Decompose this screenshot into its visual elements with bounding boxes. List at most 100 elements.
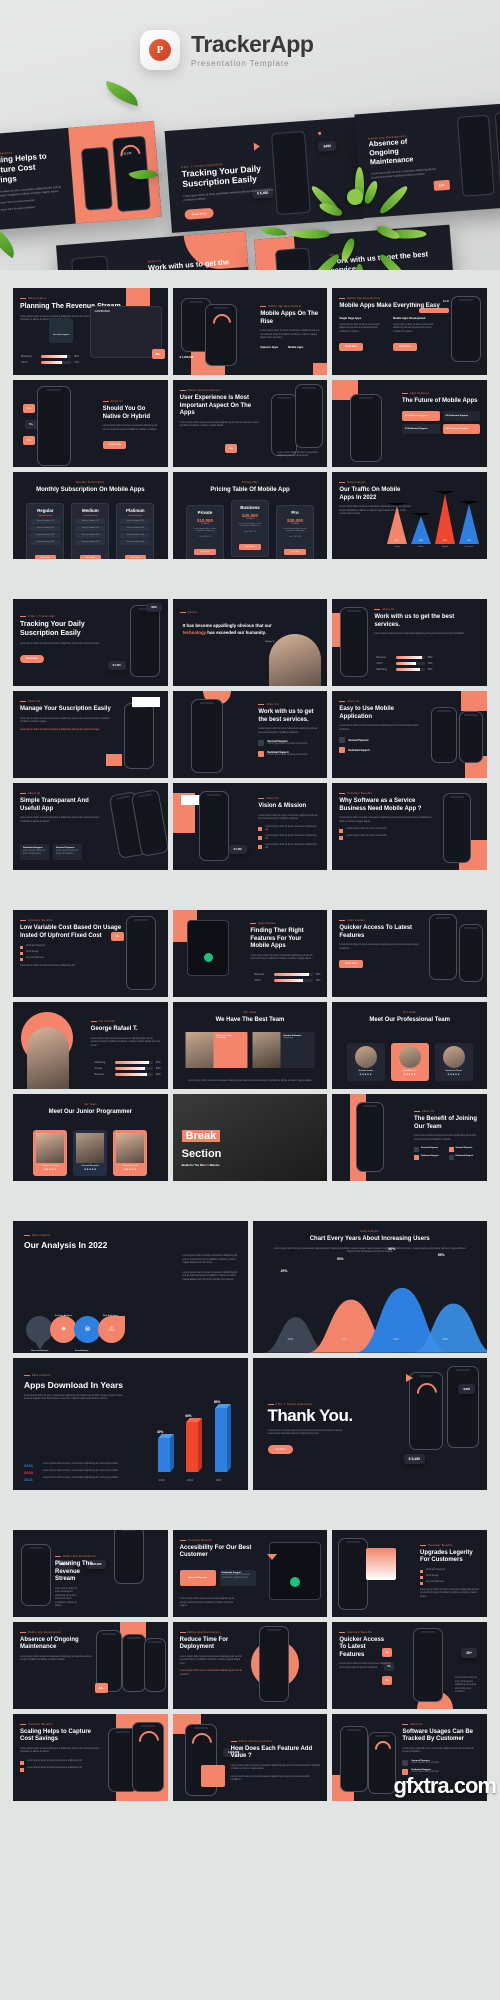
dashboard-panel: DASHBOARD [89, 306, 162, 358]
slide-chart-increasing-users[interactable]: Data Analysis Chart Every Years About In… [252, 1221, 487, 1353]
read-more-button[interactable]: Read More [102, 440, 127, 449]
slide-upgrades-legerity[interactable]: Customer Benefits Upgrades Legerity For … [332, 1529, 487, 1617]
slide-user-experience[interactable]: Mobile App Development User Experience i… [172, 380, 328, 467]
plan-name: Business [240, 504, 260, 510]
slide-future-mobile-apps[interactable]: Apps Features The Future of Mobile Apps … [332, 380, 487, 467]
pricing-card[interactable]: Platinum Unlimited Feature Service Numbe… [116, 503, 155, 559]
slide-tracking-daily[interactable]: $450 $ 5,450 A No. 1 Tracker App Trackin… [13, 599, 168, 686]
chart-value-label: 55% [437, 1252, 445, 1257]
team-card[interactable]: Theodore Bellmonte ★★★★★ [33, 1129, 68, 1176]
team-card[interactable]: Richards Gomes ★★★★★ [346, 1043, 385, 1081]
slide-finding-right-features[interactable]: Apps Feature Finding Ther Right Features… [172, 910, 328, 997]
plan-cta-button[interactable]: Get It Now [284, 549, 306, 555]
slide-apps-download[interactable]: Data Analysis Apps Download In Years Lor… [13, 1357, 248, 1490]
plan-name: Medium [82, 508, 99, 514]
support-chip[interactable]: Dedicated Support Lorem ipsum dolor sit … [219, 1569, 256, 1586]
slide-manage-subscription[interactable]: About Us Manage Your Suscription Easily … [13, 691, 168, 778]
pricing-card[interactable]: Pro $30,000 Per Month Lorem ipsum dolor … [275, 504, 314, 559]
slide-simple-transparent[interactable]: About Us Simple Transparant And Usefull … [13, 783, 168, 870]
slide-quicker-access-2[interactable]: 12+ 50+ 15+ 20+ Customer Benefits Quicke… [332, 1621, 487, 1709]
team-card[interactable]: Sofia Andry S.P ★★★★★ [390, 1043, 429, 1081]
slide-mobile-apps-easy[interactable]: $1.00 Mobile App Development Mobile Apps… [332, 288, 487, 375]
plan-cta-button[interactable]: Get It Now [239, 544, 261, 550]
slide-why-saas-mobile[interactable]: Customer Benefits Why Software as a Serv… [332, 783, 487, 870]
slide-body-secondary: Lorem ipsum dolor sit amet consectetur a… [230, 1775, 310, 1782]
slide-how-does-feature-add-value[interactable]: 1,234,000 Mobile App Development How Doe… [172, 1713, 328, 1801]
phone-mockup [270, 130, 311, 216]
slide-scaling-helps[interactable]: Customer Benefits Scaling Helps to Captu… [13, 1713, 168, 1801]
slide-break-section[interactable]: Break Section Break For The Next 30 Minu… [172, 1094, 328, 1181]
slide-professional-team[interactable]: Our Team Meet Our Professional Team Rich… [332, 1002, 487, 1089]
pin-function-analysis[interactable]: ✷ [50, 1315, 77, 1343]
slide-mobile-apps-rise[interactable]: $ 1,236,000 Mobile App Development Mobil… [172, 288, 328, 375]
phone-mockup [447, 1365, 479, 1448]
slide-planning-revenue-2[interactable]: $34,000 $34,900 Mobile App Development P… [13, 1529, 168, 1617]
pin-risk-evaluation[interactable]: ⚠ [98, 1315, 125, 1343]
slide-vision-mission[interactable]: $ 5,450 About Us Vision & Mission Lorem … [172, 783, 328, 870]
slide-body: Lorem ipsum dolor sit amet consectetur a… [339, 944, 419, 950]
feature-card[interactable]: Secured Payment Lorem ipsum dolor sit am… [53, 843, 82, 860]
feature-card[interactable]: 03 Dedicated Support [402, 423, 440, 434]
read-more-button[interactable]: Read More [339, 342, 364, 351]
get-slide-button[interactable]: Get Slide [267, 1444, 294, 1454]
feature-card[interactable]: 02 Dedicated Support [442, 410, 480, 421]
feature-card[interactable]: 01 Dedicated Support [402, 410, 440, 421]
slide-traffic-chart[interactable]: Data Analysis Our Traffic On Mobile Apps… [332, 472, 487, 559]
slide-easy-to-use[interactable]: About Us Easy to Use Mobile Application … [332, 691, 487, 778]
avatar [354, 1046, 377, 1068]
plant-decoration [292, 160, 427, 270]
pin-error-analysis[interactable]: ⊗ [74, 1315, 101, 1343]
slide-pricing-table[interactable]: Pricing Plan Pricing Table Of Mobile App… [172, 472, 328, 559]
slide-accessibility[interactable]: Customer Benefits Accesibility For Our B… [172, 1529, 328, 1617]
slide-title: User Experience is Most Important Aspect… [179, 395, 252, 416]
slide-reduce-time-deployment[interactable]: Mobile App Development Reduce Time For D… [172, 1621, 328, 1709]
slide-best-team[interactable]: Our Team We Have The Best Team Richards … [172, 1002, 328, 1089]
plan-cta-button[interactable]: Get It Now [194, 549, 216, 555]
slide-absence-maintenance[interactable]: 17+ Mobile App Development Absence of On… [13, 1621, 168, 1709]
feature-label: Dedicated Support [408, 414, 428, 417]
feature-card[interactable]: 04 Dedicated Support [442, 423, 480, 434]
read-more-button[interactable]: Read More [393, 342, 417, 351]
feature-card[interactable]: Dedicated Support Lorem ipsum dolor sit … [20, 843, 49, 860]
team-card[interactable]: Palmeiro Ricardo ★★★★★ [113, 1129, 148, 1176]
slide-thank-you[interactable]: $450 $ 5,450 A No. 1 Tracker Application… [252, 1357, 487, 1490]
slide-body: Lorem ipsum dolor sit amet consectetur a… [188, 1080, 312, 1083]
shield-icon [258, 740, 265, 747]
slide-our-analysis[interactable]: Data Analysis Our Analysis In 2022 Lorem… [13, 1221, 248, 1353]
secured-payment-button[interactable]: Secured Payment [179, 1569, 216, 1586]
slide-work-best-services[interactable]: About Us Work with us to get the best se… [172, 691, 328, 778]
pricing-card[interactable]: Regular Unlimited Feature Service Number… [26, 503, 65, 559]
plan-name: Platinum [126, 508, 145, 514]
pricing-card[interactable]: Private $10,000 Per Month Lorem ipsum do… [185, 504, 224, 559]
read-more-button[interactable]: Read More [184, 207, 214, 220]
slide-work-with-us[interactable]: About Us Work with us to get the best se… [332, 599, 487, 686]
read-more-button[interactable]: Read More [339, 959, 364, 968]
slide-kicker: Pricing Plan [241, 481, 259, 484]
team-card[interactable]: Katarina De Monte ★★★★★ [434, 1043, 473, 1081]
slide-native-or-hybrid[interactable]: 12+ 50+ 15+ About Us Should You Go Nativ… [13, 380, 168, 467]
team-card[interactable]: Katrina Schwartz Engineering [252, 1031, 315, 1068]
plan-cta-button[interactable]: Get It Now [79, 554, 102, 559]
slide-quicker-access[interactable]: Apps Feature Quicker Access To Latest Fe… [332, 910, 487, 997]
slide-junior-programmer[interactable]: Our Team Meet Our Junior Programmer Theo… [13, 1094, 168, 1181]
slide-body: Lorem ipsum dolor sit amet consectetur a… [374, 633, 465, 635]
pin-structure-analysis[interactable]: ✂ [26, 1315, 53, 1343]
slide-founder[interactable]: Our Founder George Rafael T. Lorem ipsum… [13, 1002, 168, 1089]
triangle-chart: 62% Juniary 45% March 95% August 70% Dec… [385, 488, 481, 548]
pricing-card[interactable]: Medium Unlimited Feature Service Number … [71, 503, 110, 559]
slide-planning-revenue[interactable]: Sales Feature Planning The Revenue Strea… [13, 288, 168, 375]
team-card[interactable]: Richards Alexander ★★★★★ [73, 1129, 108, 1176]
hero-slide-card[interactable]: About Us Work with us to get the best se… [56, 230, 254, 270]
slide-monthly-subscription[interactable]: Monthly Subscription Monthly Subscriptio… [13, 472, 168, 559]
pricing-card[interactable]: Business $20,000 Per Month Lorem ipsum d… [230, 499, 269, 557]
slide-low-variable-cost[interactable]: 15+ Customer Benefits Low Variable Cost … [13, 910, 168, 997]
plan-cta-button[interactable]: Get It Now [34, 554, 57, 559]
slide-benefit-joining[interactable]: About Us The Benefit of Joining Our Team… [332, 1094, 487, 1181]
pin-label: Structure Analysis [31, 1349, 49, 1352]
phone-mockup [456, 114, 495, 197]
read-more-button[interactable]: Read More [20, 654, 44, 663]
plan-cta-button[interactable]: Get It Now [124, 554, 147, 559]
team-card[interactable]: Richards Sofia Co Founder [185, 1031, 248, 1068]
bar-value: 70% [74, 360, 79, 364]
slide-quote[interactable]: Quotes It has become appallingly obvious… [172, 599, 328, 686]
